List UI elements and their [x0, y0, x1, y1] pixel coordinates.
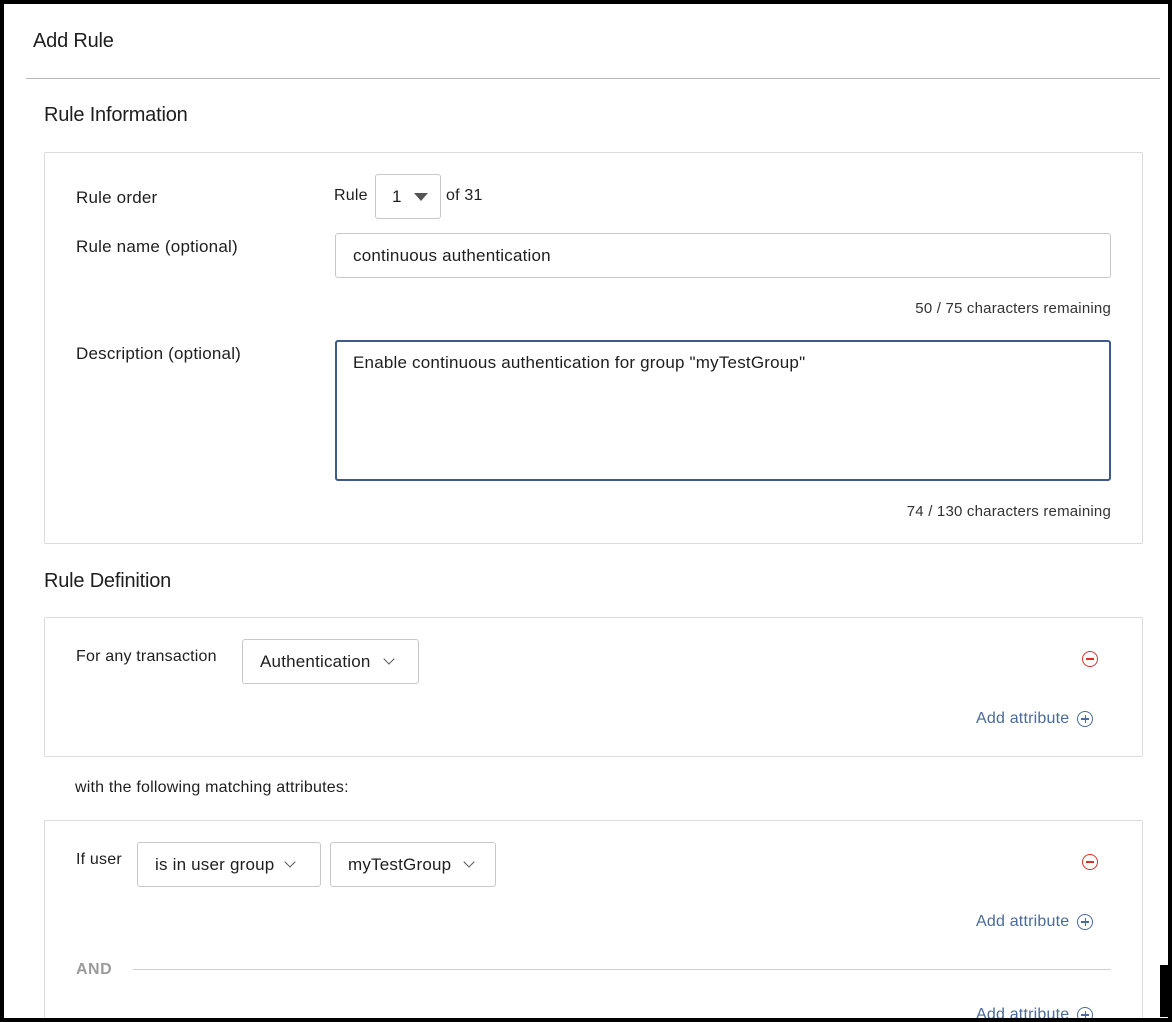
- and-divider: [133, 969, 1111, 970]
- condition-card: If user is in user group myTestGroup Add…: [44, 820, 1143, 1018]
- rule-information-card: Rule order Rule 1 of 31 Rule name (optio…: [44, 152, 1143, 544]
- plus-circle-icon: [1077, 914, 1094, 930]
- remove-icon[interactable]: [1082, 651, 1098, 667]
- rule-order-select[interactable]: 1: [375, 174, 441, 219]
- and-label: AND: [76, 961, 113, 978]
- chevron-down-icon: [463, 856, 475, 868]
- add-attribute-label: Add attribute: [976, 710, 1070, 727]
- rule-order-value: 1: [392, 186, 402, 206]
- add-attribute-button[interactable]: Add attribute: [976, 913, 1094, 931]
- matching-attributes-text: with the following matching attributes:: [75, 779, 349, 796]
- add-attribute-button-partial[interactable]: Add attribute: [976, 1006, 1094, 1018]
- page-title: Add Rule: [33, 30, 114, 52]
- transaction-card: For any transaction Authentication Add a…: [44, 617, 1143, 757]
- transaction-select[interactable]: Authentication: [242, 639, 419, 684]
- condition-label: If user: [76, 851, 122, 868]
- condition-operator-select[interactable]: is in user group: [137, 842, 321, 887]
- rule-name-input[interactable]: [353, 246, 1093, 266]
- rule-order-suffix: of 31: [446, 187, 483, 204]
- rule-name-counter: 50 / 75 characters remaining: [915, 300, 1111, 317]
- add-rule-panel: Add Rule Rule Information Rule order Rul…: [4, 4, 1168, 1018]
- plus-circle-icon: [1077, 1007, 1094, 1018]
- description-textarea[interactable]: Enable continuous authentication for gro…: [353, 353, 1093, 463]
- transaction-label: For any transaction: [76, 648, 217, 665]
- description-field[interactable]: Enable continuous authentication for gro…: [335, 340, 1111, 481]
- description-counter: 74 / 130 characters remaining: [906, 503, 1111, 520]
- rule-order-prefix: Rule: [334, 187, 368, 204]
- transaction-value: Authentication: [260, 651, 371, 671]
- add-attribute-button[interactable]: Add attribute: [976, 710, 1094, 728]
- rule-definition-title: Rule Definition: [44, 570, 172, 592]
- condition-operator-value: is in user group: [155, 854, 275, 874]
- chevron-down-icon: [284, 856, 297, 868]
- rule-name-label: Rule name (optional): [76, 237, 238, 256]
- rule-order-label: Rule order: [76, 188, 158, 207]
- remove-icon[interactable]: [1082, 854, 1098, 870]
- description-label: Description (optional): [76, 344, 242, 363]
- condition-value-select[interactable]: myTestGroup: [330, 842, 496, 887]
- page-header: [26, 4, 1160, 79]
- scrollbar-track: [1160, 965, 1168, 1017]
- rule-name-field[interactable]: [335, 233, 1111, 278]
- plus-circle-icon: [1077, 711, 1094, 727]
- chevron-down-icon: [382, 653, 395, 665]
- add-attribute-label: Add attribute: [976, 913, 1070, 930]
- caret-down-icon: [413, 192, 428, 201]
- condition-value: myTestGroup: [348, 854, 452, 874]
- add-attribute-label: Add attribute: [976, 1006, 1070, 1018]
- rule-information-title: Rule Information: [44, 104, 188, 126]
